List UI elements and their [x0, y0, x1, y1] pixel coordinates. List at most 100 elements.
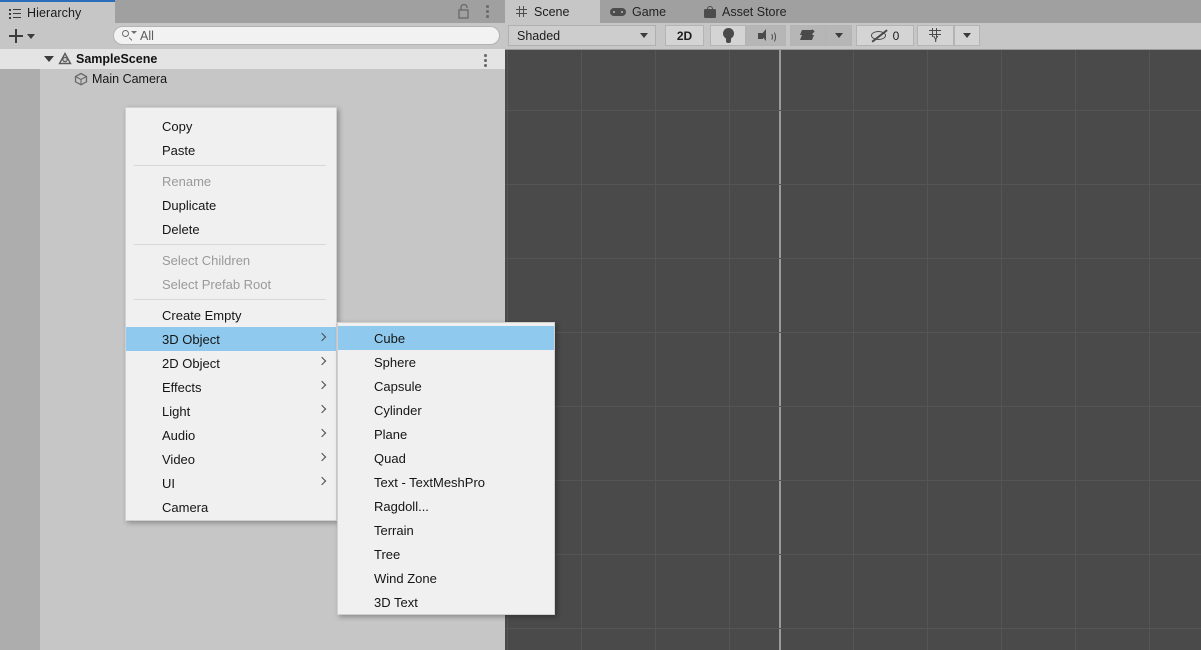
scene-lighting-button[interactable]: [710, 25, 746, 46]
tab-game[interactable]: Game: [600, 0, 694, 23]
submenu-item-tree[interactable]: Tree: [338, 542, 554, 566]
tab-asset-store-label: Asset Store: [722, 4, 787, 19]
submenu-item-capsule[interactable]: Capsule: [338, 374, 554, 398]
menu-item-label: Quad: [374, 450, 406, 466]
hierarchy-tabstrip: Hierarchy: [0, 0, 505, 23]
menu-item-label: Light: [162, 403, 191, 419]
context-menu[interactable]: Copy Paste Rename Duplicate Delete Selec…: [125, 107, 337, 521]
grid-line-horizontal: [505, 332, 1201, 333]
hierarchy-toolbar: All: [0, 23, 505, 50]
menu-item-label: Cylinder: [374, 402, 422, 418]
hierarchy-child-label: Main Camera: [92, 72, 168, 86]
tab-scene[interactable]: Scene: [505, 0, 600, 23]
chevron-down-icon: [27, 33, 35, 39]
grid-line-horizontal: [505, 258, 1201, 259]
menu-item-copy[interactable]: Copy: [126, 114, 336, 138]
grid-line-horizontal: [505, 184, 1201, 185]
submenu-item-sphere[interactable]: Sphere: [338, 350, 554, 374]
scene-tabstrip: Scene Game Asset Store: [505, 0, 1201, 23]
menu-padding: [338, 614, 554, 620]
hierarchy-icon: [9, 7, 21, 19]
chevron-down-icon: [835, 33, 843, 38]
gizmos-dropdown[interactable]: [954, 25, 980, 46]
menu-item-label: Ragdoll...: [374, 498, 429, 514]
menu-item-delete[interactable]: Delete: [126, 217, 336, 241]
submenu-item-3d-text[interactable]: 3D Text: [338, 590, 554, 614]
submenu-item-wind-zone[interactable]: Wind Zone: [338, 566, 554, 590]
menu-item-label: Select Prefab Root: [162, 276, 272, 292]
grid-line-vertical: [581, 50, 582, 650]
menu-item-label: Duplicate: [162, 197, 217, 213]
gamepad-icon: [610, 7, 626, 17]
submenu-item-plane[interactable]: Plane: [338, 422, 554, 446]
tab-game-label: Game: [632, 4, 667, 19]
menu-item-2d-object[interactable]: 2D Object: [126, 351, 336, 375]
gizmos-button[interactable]: Y: [917, 25, 954, 46]
menu-item-label: Audio: [162, 427, 196, 443]
hidden-objects-button[interactable]: 0: [856, 25, 914, 46]
menu-item-video[interactable]: Video: [126, 447, 336, 471]
tab-hierarchy-label: Hierarchy: [27, 5, 82, 20]
tab-asset-store[interactable]: Asset Store: [694, 0, 824, 23]
draw-mode-dropdown[interactable]: Shaded: [508, 25, 656, 46]
scene-audio-button[interactable]: [746, 25, 786, 46]
tab-hierarchy[interactable]: Hierarchy: [0, 0, 115, 23]
speaker-icon: [758, 29, 776, 43]
scene-kebab-menu-icon[interactable]: [479, 52, 491, 67]
draw-mode-label: Shaded: [517, 28, 561, 43]
menu-item-audio[interactable]: Audio: [126, 423, 336, 447]
menu-item-ui[interactable]: UI: [126, 471, 336, 495]
lock-open-icon[interactable]: [457, 3, 471, 19]
plus-icon: [9, 29, 23, 43]
menu-item-label: Capsule: [374, 378, 422, 394]
submenu-item-text-textmeshpro[interactable]: Text - TextMeshPro: [338, 470, 554, 494]
light-bulb-icon: [722, 28, 734, 43]
menu-item-label: Sphere: [374, 354, 416, 370]
submenu-3d-object[interactable]: Cube Sphere Capsule Cylinder Plane Quad …: [337, 322, 555, 615]
scene-fx-dropdown[interactable]: [826, 25, 852, 46]
menu-item-label: Effects: [162, 379, 202, 395]
submenu-item-terrain[interactable]: Terrain: [338, 518, 554, 542]
menu-item-label: 3D Object: [162, 331, 220, 347]
grid-axis-vertical: [779, 50, 781, 650]
scene-fx-button[interactable]: ✦: [790, 25, 826, 46]
scene-viewport[interactable]: [505, 50, 1201, 650]
grid-line-horizontal: [505, 110, 1201, 111]
chevron-right-icon: [319, 430, 324, 439]
menu-item-effects[interactable]: Effects: [126, 375, 336, 399]
menu-item-create-empty[interactable]: Create Empty: [126, 303, 336, 327]
search-icon: [122, 30, 137, 42]
menu-item-3d-object[interactable]: 3D Object: [126, 327, 336, 351]
menu-item-label: Create Empty: [162, 307, 242, 323]
menu-item-label: Select Children: [162, 252, 251, 268]
hierarchy-row-main-camera[interactable]: Main Camera: [0, 69, 505, 89]
menu-item-paste[interactable]: Paste: [126, 138, 336, 162]
menu-item-label: Camera: [162, 499, 209, 515]
grid-line-vertical: [853, 50, 854, 650]
submenu-item-cylinder[interactable]: Cylinder: [338, 398, 554, 422]
menu-item-duplicate[interactable]: Duplicate: [126, 193, 336, 217]
chevron-right-icon: [319, 358, 324, 367]
grid-line-horizontal: [505, 480, 1201, 481]
shopping-bag-icon: [704, 5, 716, 18]
menu-item-camera[interactable]: Camera: [126, 495, 336, 519]
add-gameobject-button[interactable]: [6, 26, 49, 46]
kebab-menu-icon[interactable]: [481, 4, 493, 19]
submenu-item-quad[interactable]: Quad: [338, 446, 554, 470]
toggle-2d-button[interactable]: 2D: [665, 25, 704, 46]
chevron-right-icon: [319, 478, 324, 487]
submenu-item-cube[interactable]: Cube: [338, 326, 554, 350]
hierarchy-row-scene[interactable]: SampleScene: [0, 49, 505, 69]
menu-item-select-prefab-root: Select Prefab Root: [126, 272, 336, 296]
menu-item-light[interactable]: Light: [126, 399, 336, 423]
search-input[interactable]: All: [113, 26, 500, 45]
menu-item-label: UI: [162, 475, 175, 491]
chevron-down-icon: [640, 33, 648, 38]
menu-item-label: 3D Text: [374, 594, 418, 610]
menu-item-label: Text - TextMeshPro: [374, 474, 486, 490]
chevron-right-icon: [319, 334, 324, 343]
submenu-item-ragdoll[interactable]: Ragdoll...: [338, 494, 554, 518]
unity-editor-window: Hierarchy All SampleScene Main Camera Sc…: [0, 0, 1201, 650]
menu-item-label: Copy: [162, 118, 193, 134]
expand-triangle-icon[interactable]: [44, 56, 54, 62]
